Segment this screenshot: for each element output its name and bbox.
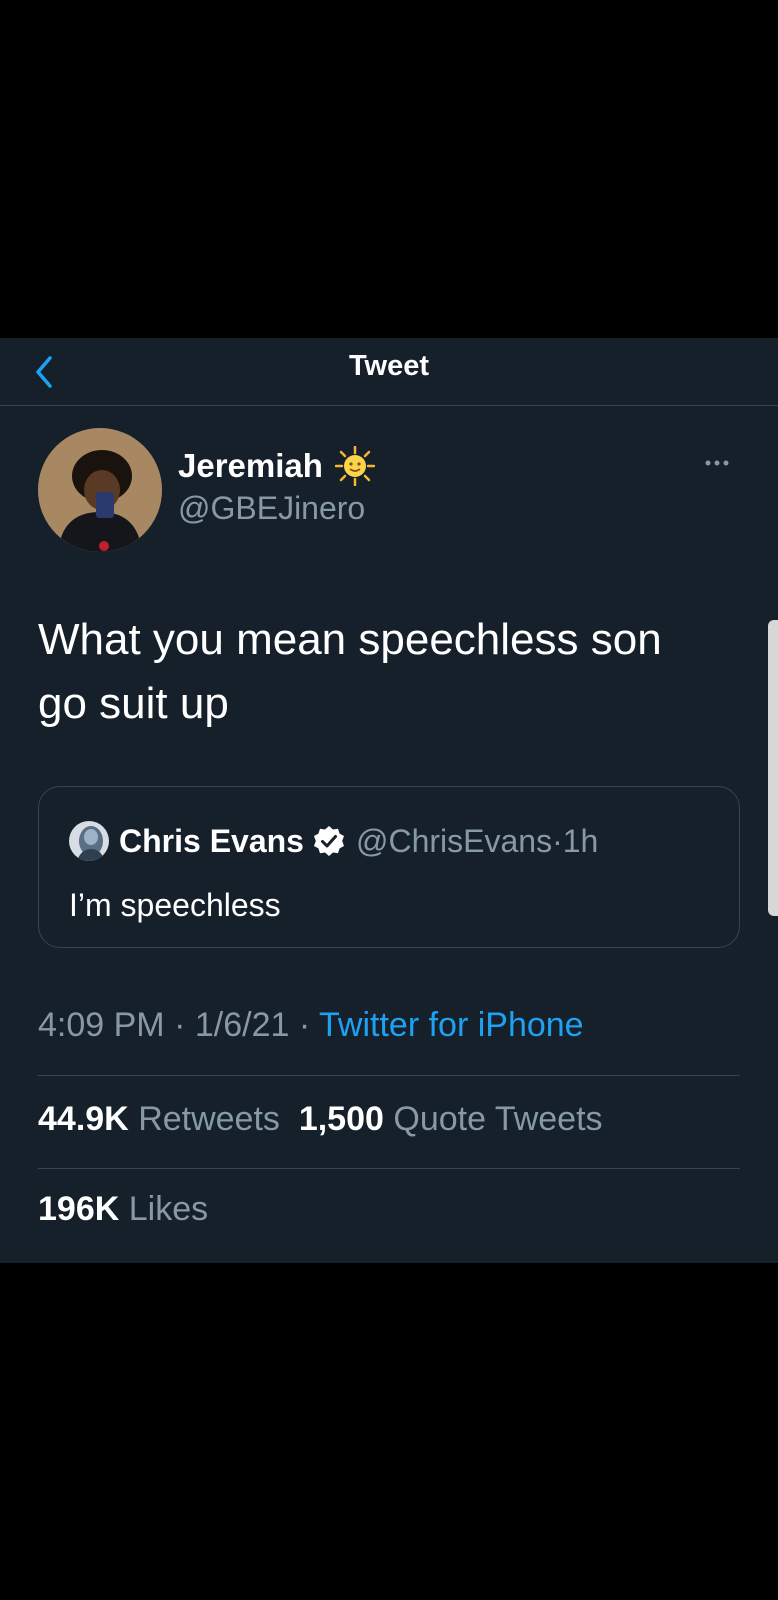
quote-tweets-label: Quote Tweets [393, 1100, 603, 1138]
tweet-screen: Tweet Jeremiah @GBEJinero What you mean … [0, 338, 778, 1263]
likes-stat[interactable]: 196K Likes [38, 1190, 208, 1229]
separator: · [298, 1006, 311, 1044]
tweet-text-line: go suit up [38, 679, 229, 728]
sun-with-face-icon [334, 446, 375, 486]
quote-tweets-stat[interactable]: 1,500 Quote Tweets [299, 1100, 603, 1138]
tweet-date: 1/6/21 [194, 1006, 290, 1044]
avatar[interactable] [38, 428, 162, 552]
separator: · [174, 1006, 186, 1044]
page-title: Tweet [348, 350, 430, 382]
quoted-age: 1h [562, 822, 599, 859]
separator: · [552, 822, 563, 859]
retweets-stat[interactable]: 44.9K Retweets [38, 1100, 280, 1138]
likes-count: 196K [38, 1190, 120, 1228]
quoted-avatar [69, 821, 109, 861]
quoted-tweet-header: Chris Evans @ChrisEvans·1h [69, 821, 598, 861]
scrollbar[interactable] [768, 620, 778, 916]
tweet-text: What you mean speechless son go suit up [38, 608, 738, 736]
tweet-text-line: What you mean speechless son [38, 615, 662, 664]
avatar-photo [38, 428, 162, 552]
quoted-tweet-text: I’m speechless [69, 887, 281, 923]
likes-label: Likes [128, 1190, 209, 1228]
top-bar: Tweet [0, 338, 778, 406]
tweet-meta: 4:09 PM · 1/6/21 · Twitter for iPhone [38, 1006, 584, 1045]
source-link[interactable]: Twitter for iPhone [319, 1006, 584, 1044]
retweets-label: Retweets [138, 1100, 280, 1138]
quote-tweets-count: 1,500 [298, 1100, 384, 1138]
ellipsis-icon[interactable] [700, 448, 740, 478]
retweets-count: 44.9K [38, 1100, 129, 1138]
divider [38, 1168, 740, 1169]
tweet-time: 4:09 PM [38, 1006, 165, 1044]
author-handle[interactable]: @GBEJinero [178, 490, 365, 527]
quoted-author-handle: @ChrisEvans·1h [355, 822, 599, 859]
engagement-stats: 44.9K Retweets 1,500 Quote Tweets [38, 1100, 603, 1139]
quoted-tweet-card[interactable]: Chris Evans @ChrisEvans·1h I’m speechles… [38, 786, 740, 948]
divider [38, 1075, 740, 1076]
author-name[interactable]: Jeremiah [178, 447, 323, 485]
verified-badge-icon [313, 826, 344, 856]
author-name-row: Jeremiah [178, 446, 375, 486]
quoted-author-name: Chris Evans [119, 822, 304, 859]
